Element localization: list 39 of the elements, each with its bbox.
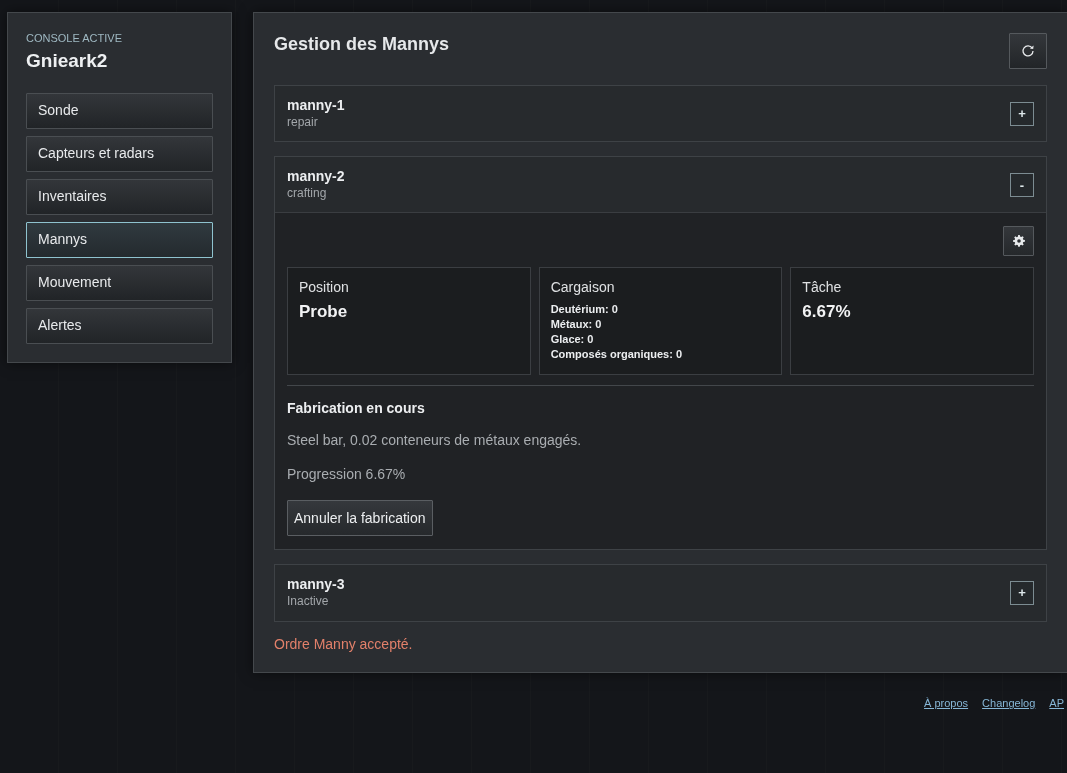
footer-link[interactable]: AP (1049, 695, 1064, 712)
refresh-button[interactable] (1009, 33, 1047, 69)
stat-value: 6.67% (802, 301, 852, 322)
console-label: CONSOLE ACTIVE (26, 32, 123, 46)
cargo-line: Métaux: 0 (550, 316, 603, 332)
cargo-line: Composés organiques: 0 (550, 346, 684, 362)
settings-icon (1012, 234, 1025, 247)
cargo-line: Glace: 0 (550, 331, 595, 347)
cancel-button[interactable]: Annuler la fabrication (287, 500, 433, 537)
nav-button[interactable]: Mouvement (26, 265, 213, 301)
crafting-description: Steel bar, 0.02 conteneurs de métaux engagés. (287, 431, 583, 449)
crafting-progress: Progression 6.67% (287, 466, 407, 484)
nav-button[interactable]: Alertes (26, 308, 213, 344)
manny-task: repair (287, 114, 319, 131)
section-title: Fabrication en cours (287, 399, 426, 417)
footer-link[interactable]: À propos (924, 695, 969, 712)
status-message: Ordre Manny accepté. (274, 635, 414, 653)
nav-button[interactable]: Mannys (26, 222, 213, 258)
manny-task: crafting (287, 186, 328, 202)
toggle-button[interactable]: + (1010, 101, 1034, 126)
cargo-line: Deutérium: 0 (550, 301, 619, 317)
stat-label: Tâche (802, 278, 843, 296)
nav-button[interactable]: Sonde (26, 93, 213, 129)
settings-button[interactable] (1003, 225, 1034, 256)
panel-title: Gestion des Mannys (274, 34, 450, 56)
refresh-icon (1021, 44, 1035, 58)
stat-label: Cargaison (550, 278, 616, 296)
footer-link[interactable]: Changelog (982, 695, 1036, 712)
manny-name: manny-1 (287, 97, 345, 114)
toggle-button[interactable]: - (1010, 173, 1034, 198)
manny-task: Inactive (287, 593, 330, 610)
stat-label: Position (299, 278, 350, 296)
toggle-button[interactable]: + (1010, 580, 1034, 605)
nav-button[interactable]: Capteurs et radars (26, 136, 213, 172)
nav-button[interactable]: Inventaires (26, 179, 213, 215)
manny-name: manny-2 (287, 168, 345, 186)
manny-name: manny-3 (287, 576, 345, 593)
console-name: Gnieark2 (26, 50, 109, 73)
stat-value: Probe (299, 301, 349, 322)
